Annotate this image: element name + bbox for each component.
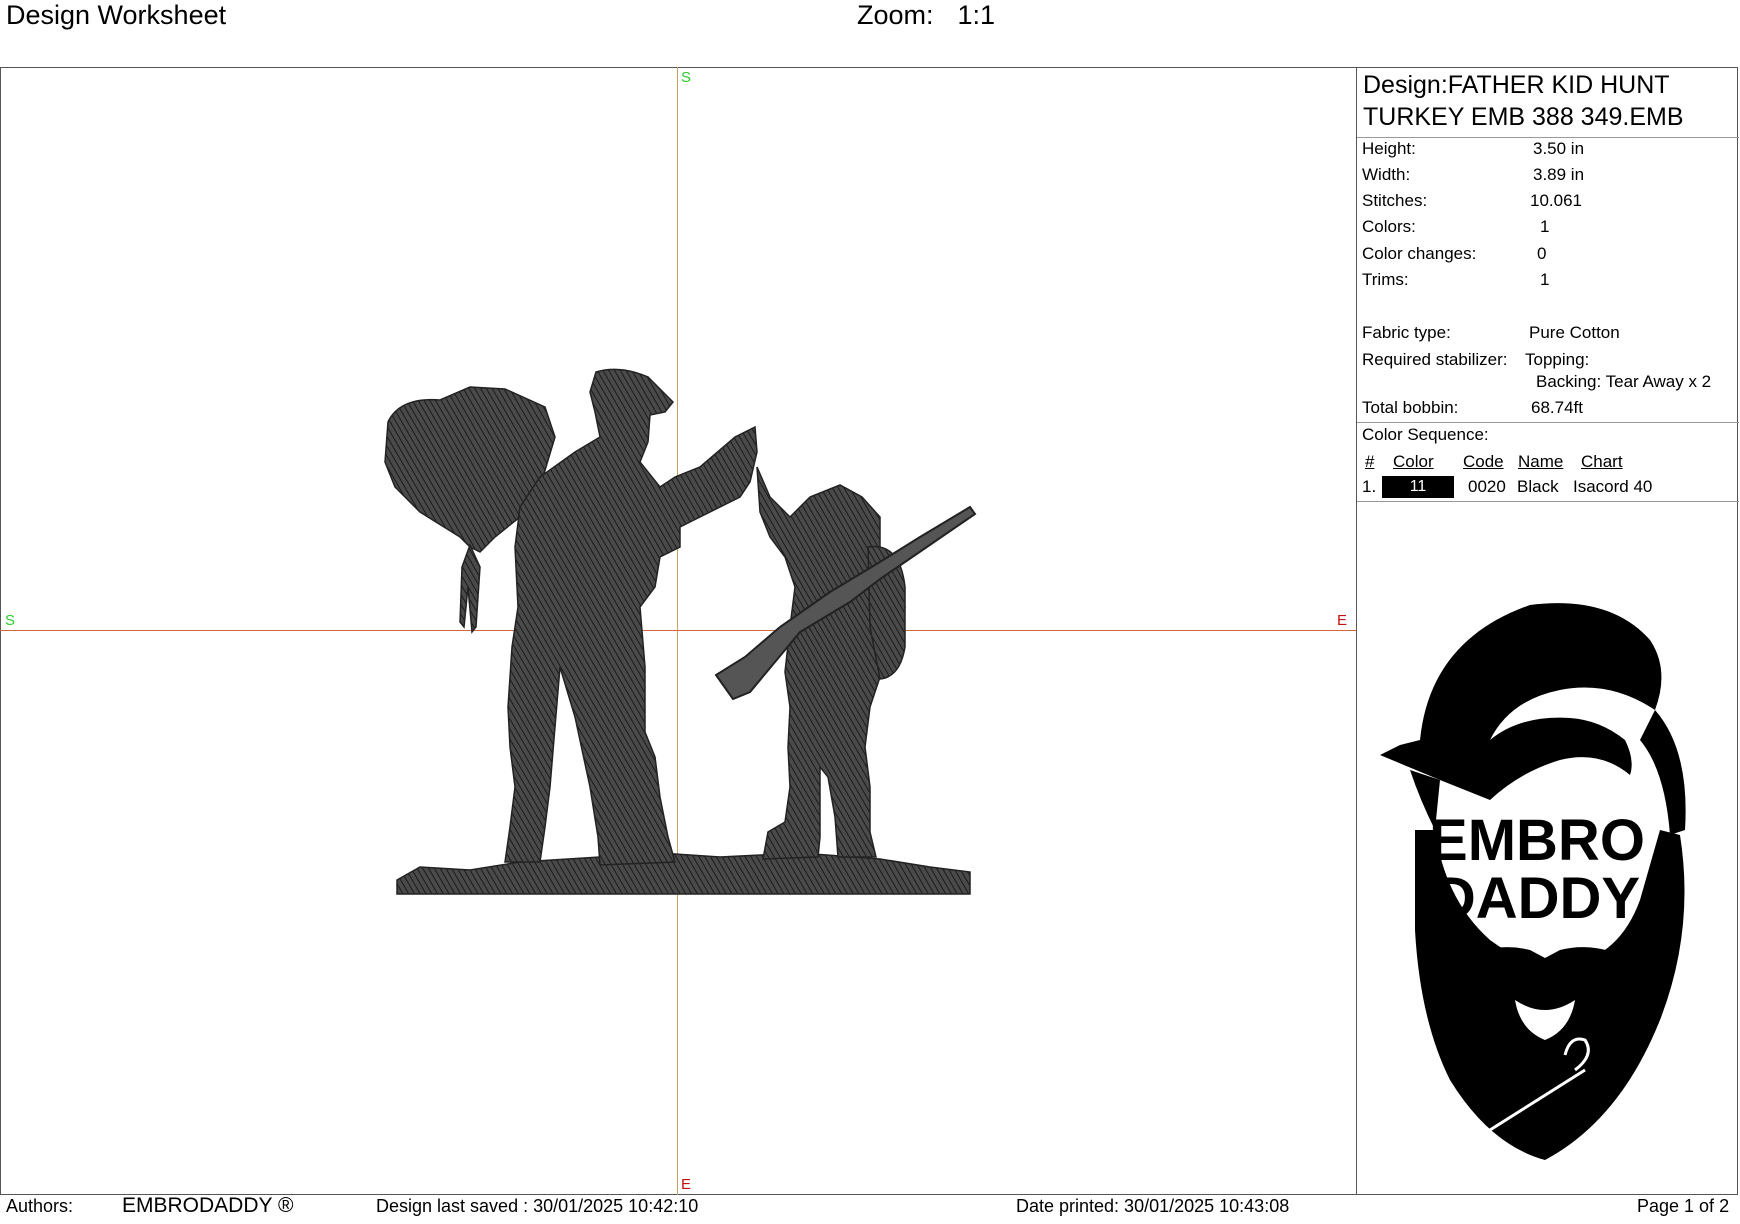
bobbin-value: 68.74ft [1531, 398, 1583, 417]
ground-grass [396, 852, 971, 895]
page-number: Page 1 of 2 [1637, 1196, 1730, 1216]
color-row-name: Black [1517, 477, 1559, 496]
authors-value: EMBRODADDY ® [122, 1194, 294, 1217]
stabilizer-backing: Backing: Tear Away x 2 [1536, 372, 1712, 391]
design-canvas: S S E E [0, 67, 1356, 1195]
height-label: Height: [1362, 139, 1416, 158]
design-filename: Design:FATHER KID HUNT TURKEY EMB 388 34… [1363, 71, 1684, 131]
logo-text-line1: EMBRO [1429, 808, 1645, 873]
page-title: Design Worksheet [6, 0, 227, 30]
logo-text-line2: DADDY [1434, 866, 1640, 931]
fabric-value: Pure Cotton [1529, 323, 1620, 342]
col-header-name: Name [1518, 452, 1564, 471]
color-row-number: 1. [1362, 477, 1377, 496]
date-printed: Date printed: 30/01/2025 10:43:08 [1016, 1196, 1290, 1216]
color-sequence-title: Color Sequence: [1362, 425, 1489, 444]
bobbin-label: Total bobbin: [1362, 398, 1459, 417]
zoom-value: 1:1 [957, 0, 996, 30]
col-header-chart: Chart [1581, 452, 1623, 471]
colors-label: Colors: [1362, 217, 1416, 236]
color-swatch: 11 [1382, 476, 1454, 498]
stabilizer-topping: Topping: [1525, 350, 1590, 369]
stitches-label: Stitches: [1362, 191, 1428, 210]
divider [1357, 501, 1739, 502]
zoom-indicator: Zoom: 1:1 [857, 0, 995, 31]
color-row-chart: Isacord 40 [1573, 477, 1653, 496]
col-header-color: Color [1393, 452, 1434, 471]
height-value: 3.50 in [1533, 139, 1585, 158]
authors-label: Authors: [6, 1196, 74, 1216]
color-row-code: 0020 [1468, 477, 1506, 496]
width-label: Width: [1362, 165, 1411, 184]
last-saved: Design last saved : 30/01/2025 10:42:10 [376, 1196, 699, 1216]
width-value: 3.89 in [1533, 165, 1585, 184]
stabilizer-label: Required stabilizer: [1362, 350, 1508, 369]
color-changes-label: Color changes: [1362, 244, 1477, 263]
col-header-code: Code [1463, 452, 1504, 471]
trims-label: Trims: [1362, 270, 1409, 289]
embroidery-design-preview [384, 368, 977, 895]
col-header-num: # [1365, 452, 1375, 471]
fabric-label: Fabric type: [1362, 323, 1451, 342]
trims-value: 1 [1540, 270, 1550, 289]
divider [1357, 137, 1739, 138]
divider [1357, 422, 1739, 423]
color-changes-value: 0 [1537, 244, 1547, 263]
turkey-legs [459, 543, 481, 634]
colors-value: 1 [1540, 217, 1550, 236]
embrodaddy-logo: EMBRO DADDY [1380, 603, 1686, 1160]
zoom-label: Zoom: [857, 0, 934, 30]
stitches-value: 10.061 [1530, 191, 1582, 210]
